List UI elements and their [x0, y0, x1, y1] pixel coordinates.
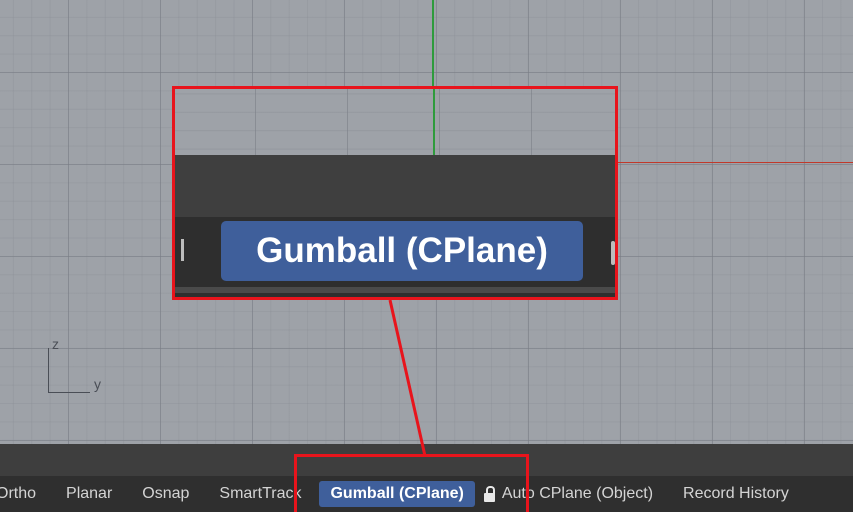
planar-toggle[interactable]: Planar [51, 476, 127, 512]
ortho-toggle[interactable]: Ortho [0, 476, 51, 512]
zoom-lock-fragment [611, 241, 615, 265]
axis-indicator: z y [44, 336, 114, 398]
axis-label-y: y [94, 376, 101, 392]
zoom-prev-item-fragment [175, 239, 184, 261]
zoom-callout: Gumball (CPlane) [172, 86, 618, 300]
zoom-y-axis-line [433, 89, 435, 155]
y-axis-line [432, 0, 434, 90]
zoom-viewport-grid [175, 89, 615, 155]
record-history-toggle[interactable]: Record History [668, 476, 804, 512]
axis-label-z: z [52, 336, 59, 352]
x-axis-line [617, 162, 853, 163]
axis-indicator-vertical [48, 348, 49, 392]
osnap-toggle[interactable]: Osnap [127, 476, 204, 512]
axis-indicator-horizontal [48, 392, 90, 393]
zoom-callout-content: Gumball (CPlane) [175, 89, 615, 297]
zoom-command-area [175, 155, 615, 217]
status-highlight-box [294, 454, 529, 512]
zoom-bottom-edge [175, 287, 615, 293]
zoom-gumball-label: Gumball (CPlane) [221, 221, 583, 281]
